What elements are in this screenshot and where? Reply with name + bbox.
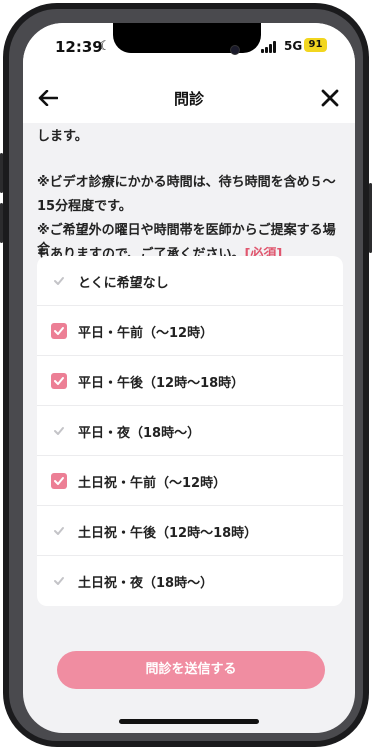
signal-icon (261, 41, 279, 53)
check-icon (54, 277, 64, 285)
phone-frame: 12:39 ☾ 5G 91 問診 します。 ※ビデオ診療にかかる時間は、待ち時間… (0, 3, 372, 747)
volume-up-button (0, 153, 3, 193)
checkbox-unchecked[interactable] (51, 273, 67, 289)
check-icon (54, 377, 64, 385)
notice-line-2: 15分程度です。 (37, 199, 132, 214)
option-row[interactable]: 土日祝・夜（18時〜） (37, 556, 343, 606)
screen: 12:39 ☾ 5G 91 問診 します。 ※ビデオ診療にかかる時間は、待ち時間… (23, 23, 355, 733)
check-icon (54, 527, 64, 535)
option-row[interactable]: 平日・午前（〜12時） (37, 306, 343, 356)
camera-icon (230, 45, 240, 55)
check-icon (54, 577, 64, 585)
notice-line-1: ※ビデオ診療にかかる時間は、待ち時間を含め５〜 (37, 175, 336, 190)
network-label: 5G (284, 39, 303, 53)
checkbox-checked[interactable] (51, 323, 67, 339)
moon-icon: ☾ (99, 39, 111, 54)
close-icon (321, 89, 339, 107)
checkbox-checked[interactable] (51, 473, 67, 489)
submit-button[interactable]: 問診を送信する (57, 651, 325, 689)
option-label: 土日祝・午後（12時〜18時） (78, 526, 258, 541)
close-button[interactable] (313, 81, 347, 115)
status-time: 12:39 (55, 38, 103, 56)
option-label: 平日・午前（〜12時） (78, 326, 214, 341)
options-card: とくに希望なし平日・午前（〜12時） 平日・午後（12時〜18時） 平日・夜（18時… (37, 256, 343, 606)
home-indicator (119, 719, 259, 724)
page-title: 問診 (173, 90, 204, 108)
option-label: 土日祝・午前（〜12時） (78, 476, 227, 491)
checkbox-checked[interactable] (51, 373, 67, 389)
nav-bar: 問診 (23, 73, 355, 123)
option-row[interactable]: 土日祝・午後（12時〜18時） (37, 506, 343, 556)
status-bar: 12:39 ☾ 5G 91 (23, 23, 355, 73)
option-label: とくに希望なし (78, 276, 169, 291)
check-icon (54, 477, 64, 485)
option-row[interactable]: 土日祝・午前（〜12時） (37, 456, 343, 506)
notice-line-0: します。 (37, 129, 88, 144)
option-row[interactable]: 平日・夜（18時〜） (37, 406, 343, 456)
option-row[interactable]: 平日・午後（12時〜18時） (37, 356, 343, 406)
check-icon (54, 427, 64, 435)
checkbox-unchecked[interactable] (51, 573, 67, 589)
option-label: 平日・午後（12時〜18時） (78, 376, 245, 391)
checkbox-unchecked[interactable] (51, 523, 67, 539)
option-label: 平日・夜（18時〜） (78, 426, 201, 441)
volume-down-button (0, 203, 3, 243)
notch (113, 23, 261, 55)
battery-icon: 91 (304, 38, 327, 52)
option-label: 土日祝・夜（18時〜） (78, 576, 214, 591)
check-icon (54, 327, 64, 335)
checkbox-unchecked[interactable] (51, 423, 67, 439)
option-row[interactable]: とくに希望なし (37, 256, 343, 306)
